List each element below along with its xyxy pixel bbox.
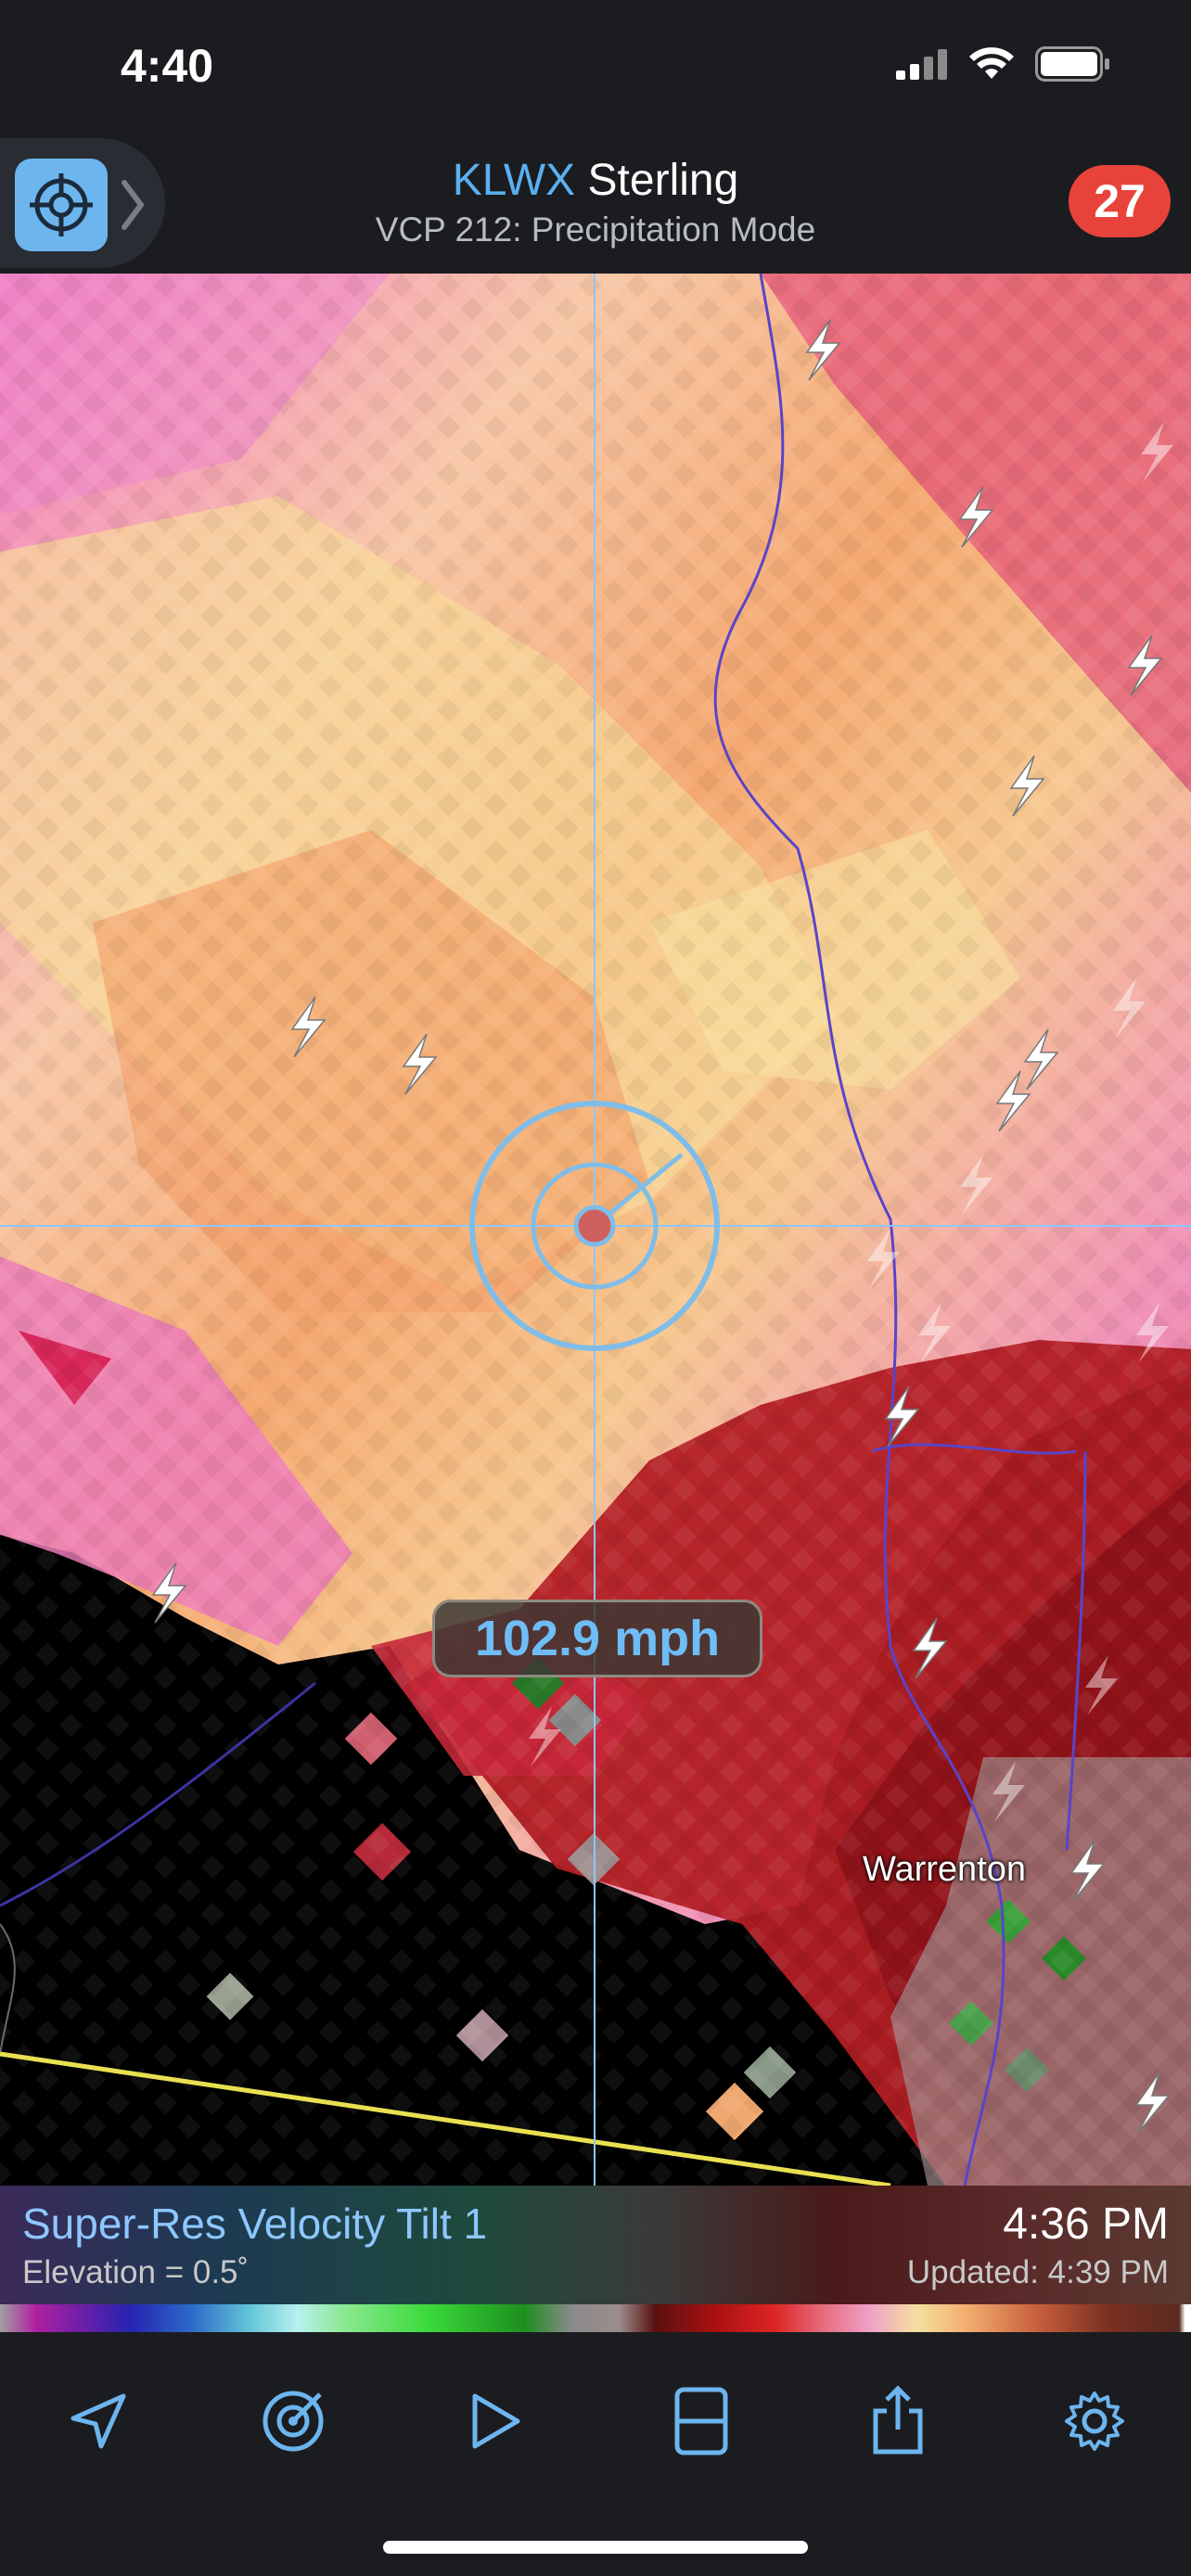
- site-title[interactable]: KLWX Sterling: [0, 155, 1191, 206]
- radar-map[interactable]: 102.9 mph Warrenton: [0, 274, 1191, 2186]
- elevation-label: Elevation = 0.5˚: [22, 2254, 250, 2290]
- nav-bar: KLWX Sterling VCP 212: Precipitation Mod…: [0, 134, 1191, 274]
- play-icon[interactable]: [458, 2384, 532, 2458]
- cursor-readout: 102.9 mph: [432, 1600, 762, 1677]
- product-name[interactable]: Super-Res Velocity Tilt 1: [22, 2199, 487, 2249]
- location-arrow-icon[interactable]: [61, 2384, 135, 2458]
- share-icon[interactable]: [861, 2384, 935, 2458]
- vcp-mode: VCP 212: Precipitation Mode: [375, 210, 816, 249]
- wifi-icon: [969, 47, 1014, 79]
- color-scale: [0, 2304, 1191, 2332]
- split-view-icon[interactable]: [664, 2384, 738, 2458]
- status-time: 4:40: [121, 40, 214, 92]
- scan-time: 4:36 PM: [1003, 2200, 1169, 2249]
- status-bar: 4:40: [0, 0, 1191, 134]
- site-name: Sterling: [587, 156, 739, 205]
- alerts-badge[interactable]: 27: [1069, 165, 1171, 237]
- home-indicator: [383, 2541, 808, 2554]
- radar-imagery: [0, 274, 1191, 2186]
- cellular-signal-icon: [896, 49, 947, 80]
- status-icons: [896, 46, 1111, 82]
- bottom-toolbar: [0, 2332, 1191, 2576]
- radar-sweep-icon[interactable]: [256, 2384, 330, 2458]
- gear-icon[interactable]: [1057, 2384, 1132, 2458]
- city-label: Warrenton: [863, 1850, 1026, 1889]
- battery-icon: [1035, 46, 1109, 82]
- updated-time: Updated: 4:39 PM: [906, 2254, 1169, 2290]
- product-info-bar[interactable]: Super-Res Velocity Tilt 1 Elevation = 0.…: [0, 2186, 1191, 2304]
- site-code: KLWX: [452, 156, 576, 205]
